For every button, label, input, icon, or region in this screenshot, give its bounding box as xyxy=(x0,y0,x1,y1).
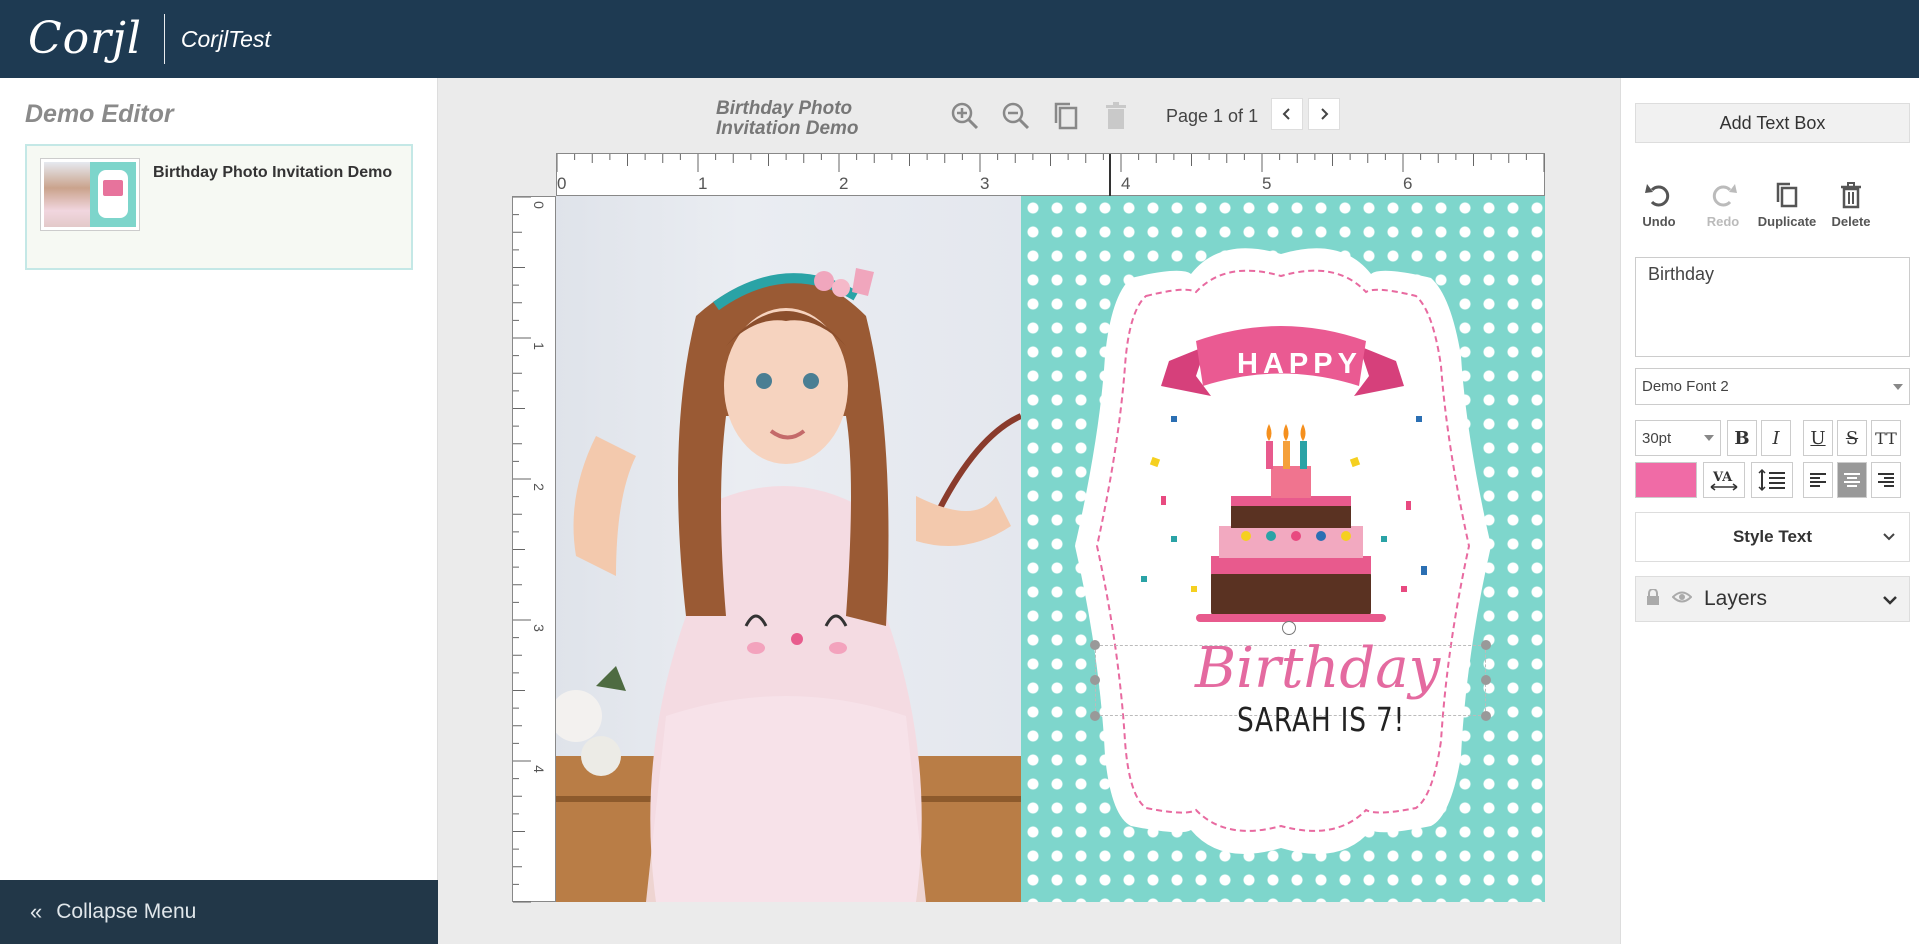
resize-handle[interactable] xyxy=(1090,675,1100,685)
project-card[interactable]: Birthday Photo Invitation Demo xyxy=(25,144,413,270)
zoom-out-icon[interactable] xyxy=(998,98,1034,134)
redo-label: Redo xyxy=(1706,214,1740,229)
layers-accordion[interactable]: Layers xyxy=(1635,576,1910,622)
ruler-label: 4 xyxy=(1121,174,1131,193)
align-left-icon xyxy=(1810,473,1826,487)
align-center-icon xyxy=(1844,473,1860,487)
bold-button[interactable]: B xyxy=(1727,420,1757,456)
duplicate-icon xyxy=(1755,178,1819,212)
design-canvas[interactable] xyxy=(556,196,1545,902)
vertical-ruler: 0 1 2 3 4 xyxy=(512,196,556,903)
undo-label: Undo xyxy=(1642,214,1676,229)
delete-label: Delete xyxy=(1831,214,1871,229)
trash-icon[interactable] xyxy=(1098,98,1134,134)
style-text-label: Style Text xyxy=(1732,527,1813,546)
resize-handle[interactable] xyxy=(1481,675,1491,685)
page-indicator: Page 1 of 1 xyxy=(1166,106,1259,126)
zoom-in-icon[interactable] xyxy=(947,98,983,134)
letter-spacing-icon: VA xyxy=(1710,470,1738,491)
strikethrough-button[interactable]: S xyxy=(1837,420,1867,456)
undo-icon xyxy=(1627,178,1691,212)
chevron-right-icon xyxy=(1321,108,1329,120)
double-chevron-left-icon: « xyxy=(30,899,43,924)
subtitle-text[interactable]: SARAH IS 7! xyxy=(1237,700,1405,739)
undo-button[interactable]: Undo xyxy=(1627,178,1691,229)
girl-photo[interactable] xyxy=(556,196,1021,902)
birthday-text[interactable]: Birthday xyxy=(1195,636,1440,701)
ruler-label: 5 xyxy=(1262,174,1272,193)
app-logo[interactable]: Corjl xyxy=(28,17,142,61)
text-content-input[interactable] xyxy=(1635,257,1910,357)
font-size-value: 30pt xyxy=(1642,429,1672,447)
add-text-box-button[interactable]: Add Text Box xyxy=(1635,103,1910,143)
font-family-value: Demo Font 2 xyxy=(1642,378,1729,395)
chevron-down-icon xyxy=(1881,591,1899,614)
font-family-select[interactable]: Demo Font 2 xyxy=(1635,368,1910,405)
top-bar: Corjl CorjlTest xyxy=(0,0,1919,78)
resize-handle[interactable] xyxy=(1090,640,1100,650)
font-size-select[interactable]: 30pt xyxy=(1635,420,1721,456)
sidebar-title: Demo Editor xyxy=(25,100,174,128)
dropdown-caret-icon xyxy=(1893,384,1903,390)
all-caps-button[interactable]: TT xyxy=(1871,420,1901,456)
delete-icon xyxy=(1819,178,1883,212)
redo-button[interactable]: Redo xyxy=(1691,178,1755,229)
copy-icon[interactable] xyxy=(1048,98,1084,134)
collapse-menu-label: Collapse Menu xyxy=(56,900,197,923)
text-color-swatch[interactable] xyxy=(1635,462,1697,498)
lock-icon[interactable] xyxy=(1646,587,1660,610)
layers-label: Layers xyxy=(1704,587,1768,610)
align-right-button[interactable] xyxy=(1871,462,1901,498)
ruler-label: 1 xyxy=(530,342,547,350)
right-panel: Add Text Box Undo Redo Duplicate Delete … xyxy=(1620,78,1919,944)
ruler-label: 2 xyxy=(839,174,849,193)
left-sidebar: Demo Editor Birthday Photo Invitation De… xyxy=(0,78,438,944)
align-right-icon xyxy=(1878,473,1894,487)
horizontal-ruler: 0 1 2 3 4 5 6 xyxy=(556,153,1545,197)
italic-button[interactable]: I xyxy=(1761,420,1791,456)
redo-icon xyxy=(1691,178,1755,212)
collapse-menu-button[interactable]: « Collapse Menu xyxy=(0,880,438,944)
underline-button[interactable]: U xyxy=(1803,420,1833,456)
next-page-button[interactable] xyxy=(1308,98,1340,130)
chevron-left-icon xyxy=(1282,108,1290,120)
delete-button[interactable]: Delete xyxy=(1819,178,1883,229)
ruler-label: 0 xyxy=(530,201,547,209)
ruler-label: 2 xyxy=(530,483,547,491)
line-height-button[interactable] xyxy=(1751,462,1793,498)
logo-divider xyxy=(163,14,165,64)
dropdown-caret-icon xyxy=(1704,435,1714,441)
style-text-accordion[interactable]: Style Text xyxy=(1635,512,1910,562)
ruler-label: 3 xyxy=(530,624,547,632)
resize-handle[interactable] xyxy=(1481,640,1491,650)
align-center-button[interactable] xyxy=(1837,462,1867,498)
ruler-label: 1 xyxy=(698,174,708,193)
previous-page-button[interactable] xyxy=(1271,98,1303,130)
ruler-label: 4 xyxy=(530,765,547,773)
project-thumbnail xyxy=(40,158,140,231)
svg-text:VA: VA xyxy=(1712,470,1733,485)
document-title: Birthday Photo Invitation Demo xyxy=(716,98,859,139)
happy-text[interactable]: HAPPY xyxy=(1237,348,1362,381)
letter-spacing-button[interactable]: VA xyxy=(1703,462,1745,498)
align-left-button[interactable] xyxy=(1803,462,1833,498)
duplicate-label: Duplicate xyxy=(1757,214,1817,229)
brand-name: CorjlTest xyxy=(180,25,271,52)
eye-icon[interactable] xyxy=(1671,590,1693,609)
duplicate-button[interactable]: Duplicate xyxy=(1755,178,1819,229)
line-height-icon xyxy=(1758,468,1785,492)
chevron-down-icon xyxy=(1881,529,1897,550)
invitation-card[interactable] xyxy=(1021,196,1545,902)
rotate-handle[interactable] xyxy=(1282,621,1296,635)
thumbnail-card xyxy=(90,162,136,227)
resize-handle[interactable] xyxy=(1481,711,1491,721)
ruler-label: 6 xyxy=(1403,174,1413,193)
project-name: Birthday Photo Invitation Demo xyxy=(153,164,393,181)
thumbnail-photo xyxy=(44,162,90,227)
ruler-label: 0 xyxy=(557,174,567,193)
ruler-label: 3 xyxy=(980,174,990,193)
resize-handle[interactable] xyxy=(1090,711,1100,721)
